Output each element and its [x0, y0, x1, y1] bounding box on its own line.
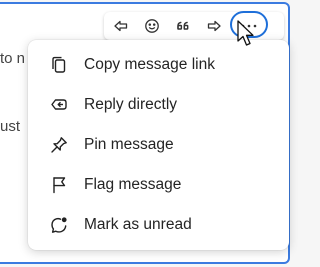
message-text-fragment: ust [0, 118, 21, 135]
menu-item-label: Reply directly [84, 96, 178, 113]
quote-icon [175, 18, 191, 34]
reply-button[interactable] [108, 15, 134, 37]
reply-icon [113, 18, 129, 34]
menu-item-copy-message-link[interactable]: Copy message link [28, 44, 289, 84]
mouse-cursor-icon [237, 20, 254, 46]
menu-item-mark-as-unread[interactable]: Mark as unread [28, 204, 289, 244]
reply-directly-icon [49, 95, 69, 115]
emoji-icon [144, 18, 160, 34]
message-context-menu: Copy message link Reply directly Pin mes… [28, 40, 289, 250]
menu-item-pin-message[interactable]: Pin message [28, 124, 289, 164]
menu-item-flag-message[interactable]: Flag message [28, 164, 289, 204]
menu-item-label: Flag message [84, 176, 182, 193]
react-button[interactable] [139, 15, 165, 37]
copy-link-icon [49, 55, 69, 75]
message-text-fragment: to n [0, 50, 26, 67]
pin-icon [49, 135, 69, 155]
forward-button[interactable] [201, 15, 227, 37]
flag-icon [49, 175, 69, 195]
forward-icon [206, 18, 222, 34]
mark-unread-icon [49, 215, 69, 235]
menu-item-label: Copy message link [84, 56, 215, 73]
menu-item-label: Pin message [84, 136, 174, 153]
menu-item-reply-directly[interactable]: Reply directly [28, 84, 289, 124]
quote-button[interactable] [170, 15, 196, 37]
menu-item-label: Mark as unread [84, 216, 192, 233]
